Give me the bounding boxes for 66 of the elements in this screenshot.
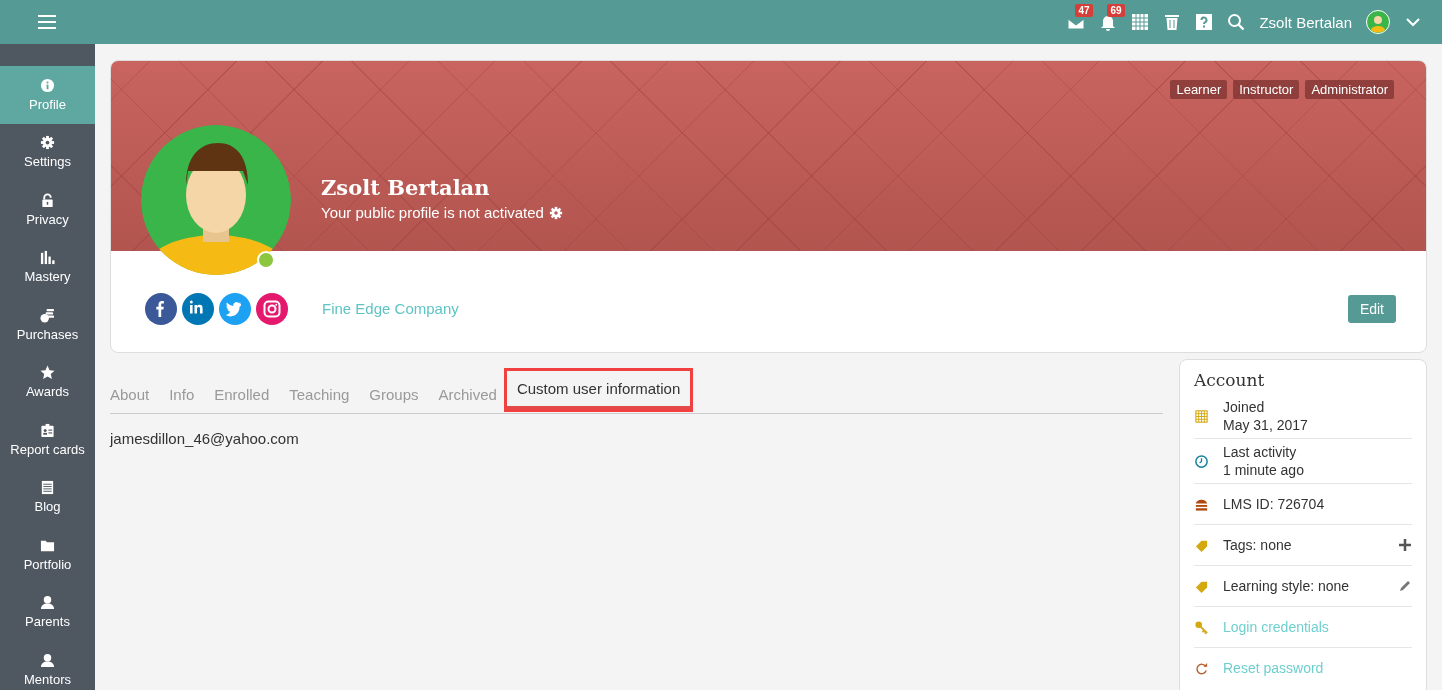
account-value: May 31, 2017	[1223, 417, 1308, 433]
sidebar-item[interactable]: Blog	[0, 468, 95, 526]
calendar-icon	[1194, 408, 1209, 424]
gear-icon	[40, 135, 55, 151]
notepad-icon	[40, 480, 55, 496]
user-name[interactable]: Zsolt Bertalan	[1259, 13, 1352, 31]
account-link[interactable]: Login credentials	[1223, 619, 1329, 635]
tab[interactable]: Info	[169, 375, 195, 413]
sidebar-item[interactable]: Profile	[0, 66, 95, 124]
account-label: Learning style: none	[1223, 578, 1350, 594]
tab[interactable]: Groups	[369, 375, 419, 413]
sidebar-item[interactable]: Report cards	[0, 411, 95, 469]
tab[interactable]: About	[110, 375, 150, 413]
info-icon	[40, 77, 55, 93]
user-email: jamesdillon_46@yahoo.com	[110, 430, 300, 447]
search-icon[interactable]	[1227, 13, 1246, 31]
account-value: 1 minute ago	[1223, 462, 1304, 478]
profile-name: Zsolt Bertalan	[321, 175, 491, 200]
lock-icon	[40, 192, 55, 208]
notification-count: 47	[1075, 4, 1093, 17]
coins-icon	[40, 307, 55, 323]
pencil-icon[interactable]	[1398, 579, 1412, 593]
key-icon	[1194, 619, 1209, 635]
tab[interactable]: Teaching	[289, 375, 350, 413]
tab[interactable]: Custom user information	[506, 371, 691, 409]
edit-button[interactable]: Edit	[1347, 294, 1396, 323]
linkedin-icon[interactable]	[182, 292, 214, 325]
id-badge-icon	[40, 422, 55, 438]
bar-chart-icon	[40, 250, 55, 266]
sidebar-item[interactable]: Privacy	[0, 181, 95, 239]
notification-count: 69	[1107, 4, 1125, 17]
public-profile-status: Your public profile is not activated	[321, 204, 544, 221]
person-icon	[40, 652, 55, 668]
sidebar-item[interactable]: Mentors	[0, 641, 95, 690]
sidebar-item[interactable]: Portfolio	[0, 526, 95, 584]
sidebar-item[interactable]: Parents	[0, 583, 95, 641]
bell-icon[interactable]	[1099, 13, 1118, 31]
tab[interactable]: Archived	[438, 375, 497, 413]
clock-icon	[1194, 453, 1209, 469]
avatar-icon[interactable]	[1366, 10, 1390, 34]
role-tag: Instructor	[1233, 80, 1300, 99]
sidebar-item[interactable]: Awards	[0, 353, 95, 411]
sidebar-item[interactable]: Settings	[0, 123, 95, 181]
account-link[interactable]: Reset password	[1223, 660, 1324, 676]
account-title: Account	[1194, 370, 1266, 390]
bird-icon[interactable]	[219, 292, 251, 325]
company-link[interactable]: Fine Edge Company	[322, 300, 459, 317]
account-label: Joined	[1223, 399, 1266, 415]
gear-icon[interactable]	[548, 205, 563, 220]
facebook-icon[interactable]	[145, 292, 177, 325]
account-label: Tags: none	[1223, 537, 1292, 553]
account-label: Last activity	[1223, 444, 1298, 460]
account-label: LMS ID: 726704	[1223, 496, 1325, 512]
role-tag: Administrator	[1305, 80, 1394, 99]
help-icon[interactable]	[1195, 13, 1214, 31]
role-tag: Learner	[1170, 80, 1228, 99]
camera-icon[interactable]	[256, 292, 288, 325]
person-icon	[40, 595, 55, 611]
menu-icon[interactable]	[38, 15, 56, 29]
calendar-icon[interactable]	[1131, 13, 1150, 31]
tab[interactable]: Enrolled	[214, 375, 270, 413]
plus-icon[interactable]	[1398, 538, 1412, 552]
sidebar-item[interactable]: Mastery	[0, 238, 95, 296]
star-icon	[40, 365, 55, 381]
sidebar-item[interactable]: Purchases	[0, 296, 95, 354]
trash-icon[interactable]	[1163, 13, 1182, 31]
